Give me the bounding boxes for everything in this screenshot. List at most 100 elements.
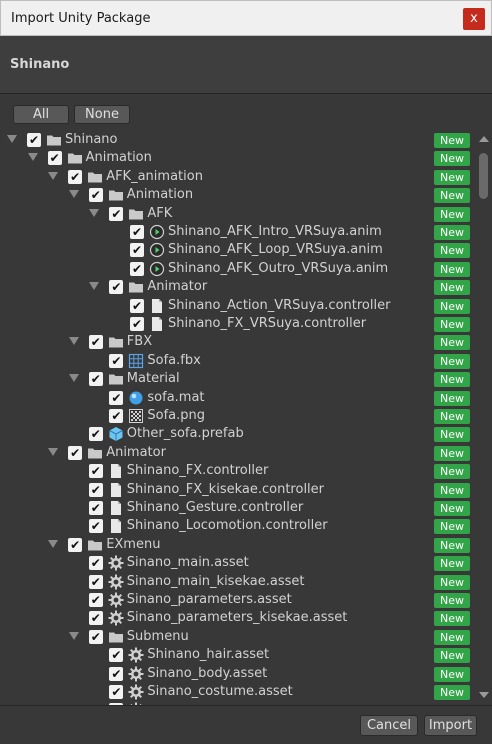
include-checkbox[interactable]: ✔ bbox=[109, 648, 124, 663]
tree-row[interactable]: ✔ Submenu New bbox=[2, 628, 476, 646]
include-checkbox[interactable]: ✔ bbox=[88, 611, 103, 626]
tree-row[interactable]: ✔ Sinano_parameters.asset New bbox=[2, 591, 476, 609]
folder-icon bbox=[46, 132, 62, 148]
tree-row[interactable]: ✔ Shinano_AFK_Loop_VRSuya.anim New bbox=[2, 241, 476, 259]
tree-item-label: Sinano_main.asset bbox=[126, 555, 249, 571]
tree-row[interactable]: ✔ EXmenu New bbox=[2, 536, 476, 554]
tree-row[interactable]: ✔ Sinano_body.asset New bbox=[2, 665, 476, 683]
scrollbar-thumb[interactable] bbox=[479, 153, 488, 199]
tree-row[interactable]: ✔ Sinano_parameters_kisekae.asset New bbox=[2, 609, 476, 627]
tree-row[interactable]: ✔ Animation New bbox=[2, 149, 476, 167]
include-checkbox[interactable]: ✔ bbox=[130, 225, 144, 239]
tree-item-label: Sinano_main_kisekae.asset bbox=[126, 573, 305, 589]
tree-row[interactable]: ✔ Shinano_Gesture.controller New bbox=[2, 499, 476, 517]
tree-row[interactable]: ✔ Shinano_Action_VRSuya.controller New bbox=[2, 297, 476, 315]
file-icon bbox=[108, 518, 124, 534]
include-checkbox[interactable]: ✔ bbox=[109, 409, 124, 423]
mesh-grid-icon bbox=[128, 353, 144, 369]
tree-row[interactable]: ✔ Shinano_Locomotion.controller New bbox=[2, 517, 476, 535]
tree-row[interactable]: ✔ Shinano_AFK_Intro_VRSuya.anim New bbox=[2, 223, 476, 241]
tree-row[interactable]: ✔ Sinano_costume.asset New bbox=[2, 683, 476, 701]
import-button[interactable]: Import bbox=[424, 715, 477, 736]
tree-row[interactable]: ✔ Animator New bbox=[2, 278, 476, 296]
package-name: Shinano bbox=[10, 57, 70, 72]
include-checkbox[interactable]: ✔ bbox=[47, 151, 62, 166]
tree-row[interactable]: ✔ Animation New bbox=[2, 186, 476, 204]
tree-row[interactable]: ✔ Shinano New bbox=[2, 131, 476, 149]
tree-row[interactable]: ✔ Shinano_AFK_Outro_VRSuya.anim New bbox=[2, 260, 476, 278]
vertical-scrollbar[interactable] bbox=[476, 131, 492, 705]
tree-row[interactable]: ✔ Shinano_hair.asset New bbox=[2, 646, 476, 664]
file-icon bbox=[108, 482, 124, 498]
include-checkbox[interactable]: ✔ bbox=[88, 188, 103, 203]
tree-row[interactable]: ✔ Other_sofa.prefab New bbox=[2, 425, 476, 443]
include-checkbox[interactable]: ✔ bbox=[109, 666, 124, 681]
tree-row[interactable]: ✔ Sofa.png New bbox=[2, 407, 476, 425]
expand-arrow-icon[interactable] bbox=[48, 539, 59, 548]
cancel-button[interactable]: Cancel bbox=[360, 715, 418, 736]
expand-arrow-icon[interactable] bbox=[68, 190, 79, 199]
expand-arrow-icon[interactable] bbox=[48, 447, 59, 456]
include-checkbox[interactable]: ✔ bbox=[109, 353, 124, 368]
include-checkbox[interactable]: ✔ bbox=[130, 261, 144, 276]
tree-row[interactable]: ✔ Animator New bbox=[2, 444, 476, 462]
expand-arrow-icon[interactable] bbox=[89, 208, 100, 217]
include-checkbox[interactable]: ✔ bbox=[109, 390, 124, 405]
expand-arrow-icon[interactable] bbox=[7, 135, 17, 143]
include-checkbox[interactable]: ✔ bbox=[109, 685, 124, 699]
select-all-button[interactable]: All bbox=[13, 105, 69, 124]
new-badge: New bbox=[434, 335, 470, 351]
tree-row[interactable]: ✔ Shinano_FX.controller New bbox=[2, 462, 476, 480]
include-checkbox[interactable]: ✔ bbox=[130, 298, 144, 313]
expand-arrow-icon[interactable] bbox=[68, 374, 79, 383]
tree-row[interactable]: ✔ FBX New bbox=[2, 333, 476, 351]
tree-row[interactable]: ✔ Shinano_FX_VRSuya.controller New bbox=[2, 315, 476, 333]
include-checkbox[interactable]: ✔ bbox=[109, 280, 124, 295]
expand-arrow-icon[interactable] bbox=[68, 337, 79, 346]
include-checkbox[interactable]: ✔ bbox=[88, 501, 103, 515]
new-badge: New bbox=[434, 225, 470, 240]
include-checkbox[interactable]: ✔ bbox=[68, 537, 83, 552]
include-checkbox[interactable]: ✔ bbox=[88, 629, 103, 644]
include-checkbox[interactable]: ✔ bbox=[88, 372, 103, 387]
folder-icon bbox=[128, 279, 144, 295]
include-checkbox[interactable]: ✔ bbox=[88, 482, 103, 497]
new-badge: New bbox=[434, 482, 470, 498]
tree-row[interactable]: ✔ Shinano_FX_kisekae.controller New bbox=[2, 481, 476, 499]
tree-row[interactable]: ✔ Sinano_main_kisekae.asset New bbox=[2, 573, 476, 591]
include-checkbox[interactable]: ✔ bbox=[88, 556, 103, 571]
expand-arrow-icon[interactable] bbox=[68, 631, 79, 640]
folder-icon bbox=[67, 150, 83, 166]
include-checkbox[interactable]: ✔ bbox=[130, 317, 144, 331]
expand-arrow-icon[interactable] bbox=[48, 171, 59, 180]
tree-item-label: Sinano_costume.asset bbox=[147, 684, 293, 699]
include-checkbox[interactable]: ✔ bbox=[68, 445, 83, 460]
tree-row[interactable]: ✔ Material New bbox=[2, 370, 476, 388]
include-checkbox[interactable]: ✔ bbox=[109, 206, 124, 221]
animation-clip-icon bbox=[149, 224, 165, 240]
tree-item-label: Submenu bbox=[126, 628, 189, 644]
scroll-up-arrow-icon[interactable] bbox=[479, 136, 489, 142]
new-badge: New bbox=[434, 317, 470, 332]
include-checkbox[interactable]: ✔ bbox=[88, 464, 103, 479]
select-none-button[interactable]: None bbox=[74, 105, 130, 124]
include-checkbox[interactable]: ✔ bbox=[88, 593, 103, 607]
include-checkbox[interactable]: ✔ bbox=[68, 169, 83, 184]
include-checkbox[interactable]: ✔ bbox=[27, 133, 41, 147]
close-button[interactable]: x bbox=[463, 8, 485, 30]
tree-row[interactable]: ✔ AFK New bbox=[2, 205, 476, 223]
include-checkbox[interactable]: ✔ bbox=[88, 574, 103, 589]
scroll-down-arrow-icon[interactable] bbox=[479, 692, 489, 698]
expand-arrow-icon[interactable] bbox=[27, 153, 38, 162]
tree-row[interactable]: ✔ Sinano_main.asset New bbox=[2, 554, 476, 572]
include-checkbox[interactable]: ✔ bbox=[130, 243, 144, 258]
tree-row[interactable]: ✔ sofa.mat New bbox=[2, 389, 476, 407]
include-checkbox[interactable]: ✔ bbox=[88, 335, 103, 350]
new-badge: New bbox=[434, 593, 470, 608]
tree-row[interactable]: ✔ Sofa.fbx New bbox=[2, 352, 476, 370]
new-badge: New bbox=[434, 666, 470, 682]
include-checkbox[interactable]: ✔ bbox=[88, 427, 103, 442]
expand-arrow-icon[interactable] bbox=[89, 282, 100, 291]
include-checkbox[interactable]: ✔ bbox=[88, 519, 103, 534]
tree-row[interactable]: ✔ AFK_animation New bbox=[2, 168, 476, 186]
